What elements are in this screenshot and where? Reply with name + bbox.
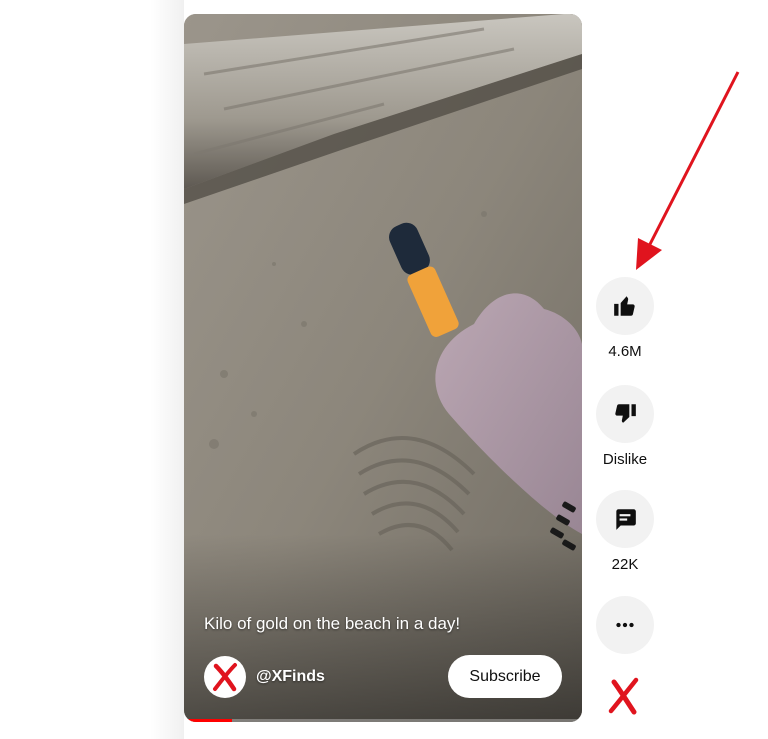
shorts-video-player[interactable]: Kilo of gold on the beach in a day! @XFi… [184, 14, 582, 722]
like-count: 4.6M [608, 343, 642, 360]
x-logo-icon [213, 663, 237, 692]
channel-logo-button[interactable] [606, 676, 642, 721]
subscribe-button[interactable]: Subscribe [448, 655, 562, 698]
channel-handle[interactable]: @XFinds [256, 668, 325, 686]
more-icon [616, 622, 634, 628]
dislike-action[interactable]: Dislike [596, 385, 654, 468]
channel-avatar[interactable] [204, 656, 246, 698]
comment-icon [616, 509, 636, 530]
more-action[interactable] [596, 596, 654, 654]
thumbs-down-icon [615, 404, 636, 423]
comments-button[interactable] [596, 490, 654, 548]
dislike-label: Dislike [602, 451, 648, 468]
video-progress-bar[interactable] [184, 719, 582, 722]
like-action[interactable]: 4.6M [596, 277, 654, 360]
page-edge-shadow [150, 0, 184, 739]
more-button[interactable] [596, 596, 654, 654]
dislike-button[interactable] [596, 385, 654, 443]
comment-count: 22K [611, 556, 639, 573]
thumbs-up-icon [614, 296, 635, 316]
channel-info[interactable]: @XFinds [204, 655, 325, 699]
video-progress-fill [184, 719, 232, 722]
x-logo-icon [608, 677, 639, 715]
like-button[interactable] [596, 277, 654, 335]
comments-action[interactable]: 22K [596, 490, 654, 573]
video-caption: Kilo of gold on the beach in a day! [204, 614, 461, 633]
